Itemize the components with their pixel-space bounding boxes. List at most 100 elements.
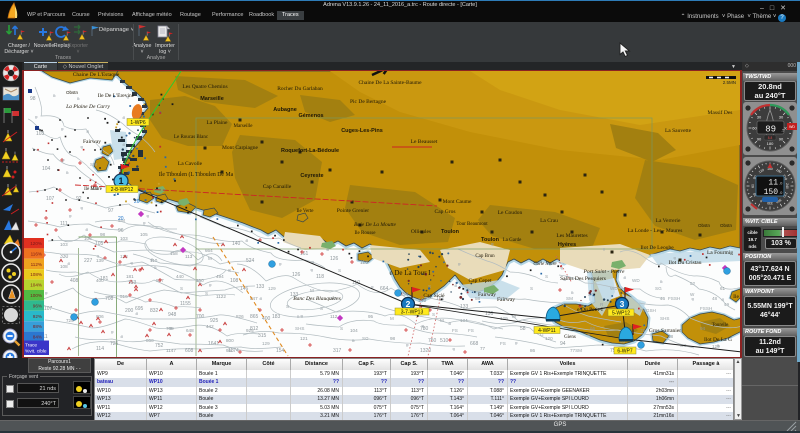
svg-text:M: M: [440, 318, 444, 323]
svg-text:61: 61: [720, 286, 726, 291]
svg-text:La Fourmig: La Fourmig: [707, 250, 733, 256]
svg-text:S: S: [205, 291, 208, 296]
svg-text:440: 440: [176, 274, 184, 279]
svg-text:92: 92: [76, 196, 82, 202]
svg-text:M: M: [208, 256, 212, 261]
svg-text:Ilot De La G: Ilot De La G: [704, 337, 732, 343]
svg-text:3: 3: [620, 299, 625, 309]
svg-text:3-7-WP13: 3-7-WP13: [401, 310, 424, 316]
svg-text:%vit. cible: %vit. cible: [25, 349, 47, 355]
svg-text:Cuges-Les-Pins: Cuges-Les-Pins: [341, 128, 383, 134]
svg-text:20: 20: [118, 216, 124, 222]
svg-text:SG: SG: [362, 336, 369, 341]
svg-text:Rocher Du Garlaban: Rocher Du Garlaban: [277, 86, 323, 92]
svg-text:442: 442: [206, 324, 214, 329]
svg-text:Roquefort-La-Bédoule: Roquefort-La-Bédoule: [281, 148, 339, 154]
svg-text:58: 58: [668, 334, 674, 339]
svg-text:Port Saint - Pierre: Port Saint - Pierre: [583, 269, 625, 275]
svg-text:FSSH: FSSH: [668, 296, 680, 301]
svg-text:120: 120: [545, 336, 553, 341]
svg-text:Pic De Bertagne: Pic De Bertagne: [350, 99, 387, 105]
svg-text:112: 112: [330, 314, 338, 319]
svg-text:S: S: [530, 286, 533, 291]
svg-text:2: 2: [406, 299, 411, 309]
svg-text:865: 865: [250, 314, 259, 320]
svg-text:FSGSH: FSGSH: [640, 308, 656, 313]
svg-text:126: 126: [292, 272, 301, 278]
svg-text:948: 948: [168, 312, 177, 318]
svg-text:Pointe Grenier: Pointe Grenier: [337, 208, 369, 214]
svg-text:Mont Carpiagne: Mont Carpiagne: [222, 145, 258, 151]
svg-text:Trace: Trace: [25, 343, 37, 349]
svg-text:129: 129: [262, 341, 270, 346]
svg-text:6-WP7: 6-WP7: [617, 349, 633, 355]
svg-text:11: 11: [768, 179, 778, 188]
svg-text:30: 30: [757, 115, 762, 120]
svg-text:Ceyreste: Ceyreste: [300, 173, 323, 179]
svg-text:150: 150: [764, 188, 779, 197]
svg-text:Toulon: Toulon: [441, 229, 460, 235]
svg-text:105: 105: [140, 232, 148, 237]
svg-text:S: S: [432, 312, 435, 317]
svg-text:Fairway: Fairway: [497, 297, 515, 303]
svg-text:103: 103: [36, 131, 45, 137]
svg-text:133: 133: [256, 284, 265, 290]
svg-text:Cap Sicié: Cap Sicié: [423, 293, 445, 299]
svg-text:Obstn: Obstn: [66, 90, 79, 95]
svg-text:Ollioules: Ollioules: [411, 229, 431, 235]
svg-text:664: 664: [380, 286, 389, 292]
svg-text:Marseille: Marseille: [200, 96, 224, 102]
svg-text:94: 94: [700, 326, 706, 331]
svg-text:111: 111: [60, 221, 68, 227]
svg-text:317: 317: [333, 348, 342, 354]
svg-text:116%: 116%: [31, 251, 42, 256]
svg-text:1155: 1155: [180, 301, 191, 307]
svg-text:77: 77: [480, 346, 486, 351]
svg-text:Ile Maire: Ile Maire: [84, 187, 102, 192]
svg-text:La Plaine De Carry: La Plaine De Carry: [65, 104, 110, 110]
svg-text:WD: WD: [632, 278, 640, 283]
svg-text:94: 94: [560, 341, 566, 347]
svg-text:118: 118: [316, 274, 324, 280]
svg-text:104: 104: [42, 166, 51, 172]
svg-text:La Verrerie: La Verrerie: [656, 218, 681, 224]
svg-text:106: 106: [84, 236, 92, 241]
svg-text:183: 183: [272, 314, 281, 320]
svg-text:Ile Rousse: Ile Rousse: [355, 231, 377, 236]
svg-text:58: 58: [520, 326, 526, 332]
svg-text:1641: 1641: [208, 341, 219, 347]
svg-text:20: 20: [134, 199, 140, 205]
svg-text:60: 60: [751, 184, 755, 188]
svg-text:98: 98: [100, 232, 106, 237]
svg-text:Chaine De La Sainte-Baume: Chaine De La Sainte-Baume: [358, 80, 422, 86]
svg-text:Banc Des Blauquères: Banc Des Blauquères: [293, 296, 340, 302]
svg-text:97: 97: [108, 208, 114, 214]
svg-text:8.8: 8.8: [768, 136, 773, 140]
svg-text:S: S: [545, 274, 548, 279]
svg-text:108%: 108%: [30, 272, 42, 277]
svg-text:103: 103: [60, 242, 68, 247]
svg-text:95: 95: [368, 314, 374, 319]
svg-text:96: 96: [118, 228, 124, 234]
svg-text:Ilot Du Cristau: Ilot Du Cristau: [669, 260, 702, 266]
svg-text:113: 113: [185, 254, 193, 259]
svg-text:227: 227: [84, 258, 93, 264]
svg-text:114: 114: [96, 346, 104, 352]
svg-text:M: M: [310, 288, 314, 293]
svg-text:S: S: [320, 306, 323, 311]
svg-text:121: 121: [300, 336, 308, 341]
svg-text:86: 86: [530, 348, 536, 353]
svg-text:Obstn: Obstn: [720, 223, 733, 228]
svg-text:92%: 92%: [33, 314, 42, 319]
svg-text:181: 181: [126, 274, 134, 279]
svg-text:Toulon: Toulon: [481, 237, 500, 243]
svg-text:Les Quatre Chemins: Les Quatre Chemins: [182, 84, 227, 90]
svg-text:Fairway: Fairway: [478, 292, 496, 298]
svg-text:M: M: [390, 316, 394, 321]
svg-text:Gémenos: Gémenos: [298, 113, 323, 119]
svg-text:103: 103: [120, 236, 128, 241]
svg-text:Mont Caume: Mont Caume: [443, 199, 472, 205]
svg-text:e Du Petit-I: e Du Petit-I: [577, 307, 603, 313]
svg-text:W: W: [690, 292, 695, 297]
svg-text:Le Roucas Blanc: Le Roucas Blanc: [174, 135, 209, 140]
